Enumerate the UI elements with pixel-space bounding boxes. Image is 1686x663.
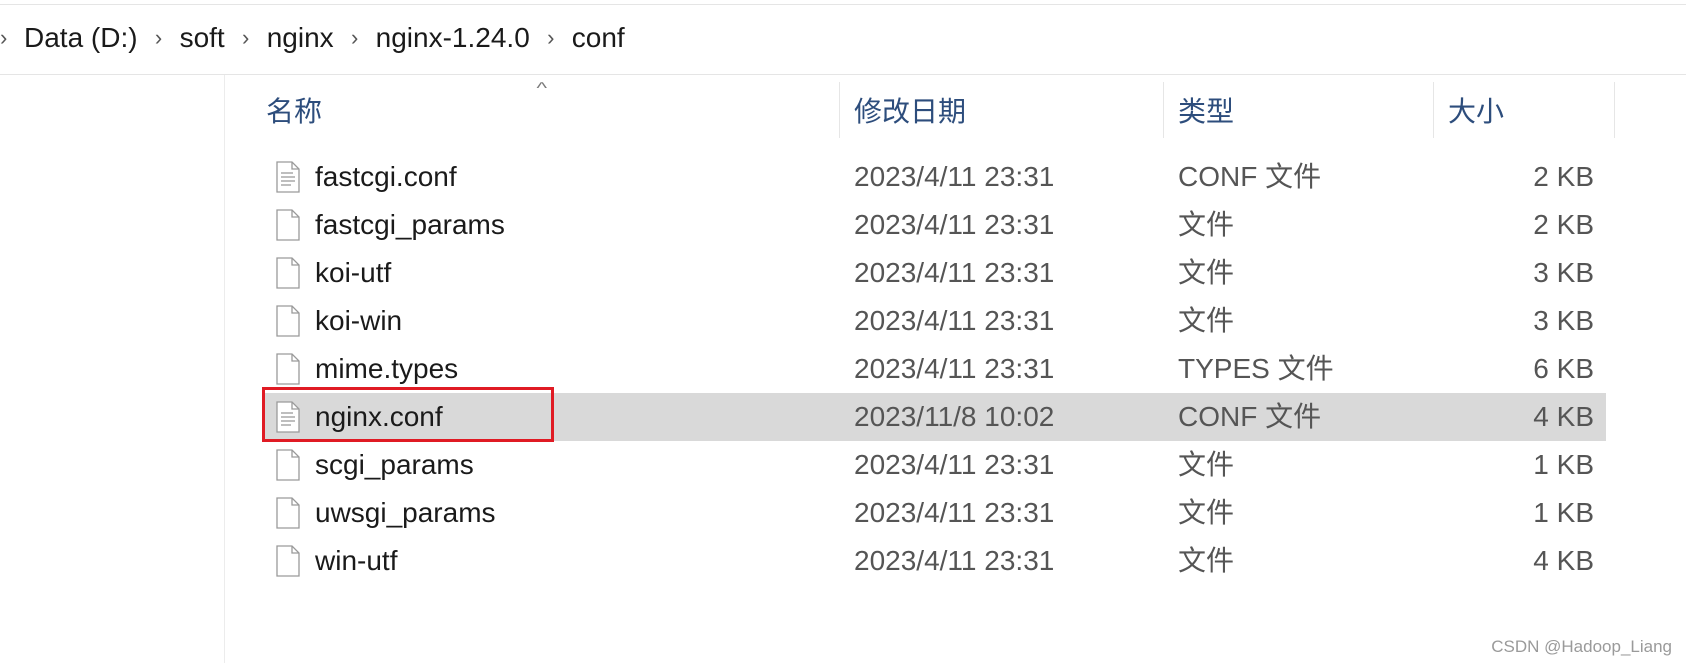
file-name: mime.types (315, 353, 459, 384)
file-size: 2 KB (1533, 209, 1594, 240)
file-modified-date: 2023/4/11 23:31 (854, 545, 1055, 576)
text-file-icon (276, 161, 300, 193)
breadcrumb-item-drive[interactable]: Data (D:) (20, 22, 142, 54)
file-size: 4 KB (1533, 401, 1594, 432)
navigation-pane[interactable] (0, 75, 225, 663)
column-header-date-label: 修改日期 (854, 96, 967, 127)
file-row[interactable]: koi-win 2023/4/11 23:31 文件 3 KB (262, 297, 1606, 345)
blank-file-icon (276, 257, 300, 289)
file-modified-date: 2023/4/11 23:31 (854, 209, 1055, 240)
file-size: 4 KB (1533, 545, 1594, 576)
column-header-name-label: 名称 (266, 96, 323, 127)
breadcrumb-item-nginx-version[interactable]: nginx-1.24.0 (372, 22, 534, 54)
file-list: fastcgi.conf 2023/4/11 23:31 CONF 文件 2 KB fa… (262, 153, 1606, 585)
column-header-date[interactable]: 修改日期 (840, 82, 1164, 138)
file-size: 1 KB (1533, 497, 1594, 528)
blank-file-icon (276, 209, 300, 241)
file-type: 文件 (1178, 305, 1235, 336)
file-type: 文件 (1178, 545, 1235, 576)
file-modified-date: 2023/4/11 23:31 (854, 257, 1055, 288)
file-explorer-window: › Data (D:) › soft › nginx › nginx-1.24.… (0, 0, 1686, 663)
file-name: koi-utf (315, 257, 392, 288)
blank-file-icon (276, 497, 300, 529)
watermark: CSDN @Hadoop_Liang (1491, 637, 1672, 656)
chevron-right-icon[interactable]: › (142, 25, 176, 51)
file-modified-date: 2023/4/11 23:31 (854, 497, 1055, 528)
text-file-icon (276, 401, 300, 433)
file-row[interactable]: win-utf 2023/4/11 23:31 文件 4 KB (262, 537, 1606, 585)
file-name: fastcgi_params (315, 209, 505, 240)
file-row[interactable]: fastcgi_params 2023/4/11 23:31 文件 2 KB (262, 201, 1606, 249)
breadcrumb: › Data (D:) › soft › nginx › nginx-1.24.… (0, 18, 629, 58)
file-name: win-utf (315, 545, 398, 576)
file-type: CONF 文件 (1178, 161, 1322, 192)
blank-file-icon (276, 353, 300, 385)
file-type: 文件 (1178, 497, 1235, 528)
file-type: 文件 (1178, 209, 1235, 240)
file-row[interactable]: mime.types 2023/4/11 23:31 TYPES 文件 6 KB (262, 345, 1606, 393)
file-type: CONF 文件 (1178, 401, 1322, 432)
file-modified-date: 2023/4/11 23:31 (854, 353, 1055, 384)
file-name: nginx.conf (315, 401, 443, 432)
file-modified-date: 2023/4/11 23:31 (854, 161, 1055, 192)
blank-file-icon (276, 449, 300, 481)
file-size: 3 KB (1533, 305, 1594, 336)
top-divider (0, 0, 1686, 5)
file-size: 3 KB (1533, 257, 1594, 288)
column-header-size-label: 大小 (1448, 96, 1505, 127)
file-name: koi-win (315, 305, 403, 336)
file-size: 1 KB (1533, 449, 1594, 480)
chevron-right-icon[interactable]: › (534, 25, 568, 51)
file-row[interactable]: scgi_params 2023/4/11 23:31 文件 1 KB (262, 441, 1606, 489)
breadcrumb-item-conf[interactable]: conf (568, 22, 629, 54)
breadcrumb-item-soft[interactable]: soft (176, 22, 229, 54)
column-header: 名称 修改日期 类型 大小 (225, 82, 1615, 138)
file-modified-date: 2023/11/8 10:02 (854, 401, 1055, 432)
file-size: 2 KB (1533, 161, 1594, 192)
file-type: 文件 (1178, 449, 1235, 480)
file-name: scgi_params (315, 449, 474, 480)
column-header-size[interactable]: 大小 (1434, 82, 1615, 138)
blank-file-icon (276, 305, 300, 337)
blank-file-icon (276, 545, 300, 577)
chevron-right-icon[interactable]: › (229, 25, 263, 51)
chevron-right-icon[interactable]: › (338, 25, 372, 51)
file-name: uwsgi_params (315, 497, 496, 528)
column-header-name[interactable]: 名称 (225, 82, 840, 138)
file-row[interactable]: fastcgi.conf 2023/4/11 23:31 CONF 文件 2 KB (262, 153, 1606, 201)
file-modified-date: 2023/4/11 23:31 (854, 305, 1055, 336)
column-header-type-label: 类型 (1178, 96, 1235, 127)
file-row[interactable]: koi-utf 2023/4/11 23:31 文件 3 KB (262, 249, 1606, 297)
file-modified-date: 2023/4/11 23:31 (854, 449, 1055, 480)
file-type: 文件 (1178, 257, 1235, 288)
file-type: TYPES 文件 (1178, 353, 1334, 384)
file-name: fastcgi.conf (315, 161, 457, 192)
file-row[interactable]: nginx.conf 2023/11/8 10:02 CONF 文件 4 KB (262, 393, 1606, 441)
file-row[interactable]: uwsgi_params 2023/4/11 23:31 文件 1 KB (262, 489, 1606, 537)
file-size: 6 KB (1533, 353, 1594, 384)
address-bar[interactable]: › Data (D:) › soft › nginx › nginx-1.24.… (0, 0, 1686, 75)
breadcrumb-item-nginx[interactable]: nginx (263, 22, 338, 54)
column-header-type[interactable]: 类型 (1164, 82, 1434, 138)
chevron-right-icon[interactable]: › (0, 25, 20, 51)
